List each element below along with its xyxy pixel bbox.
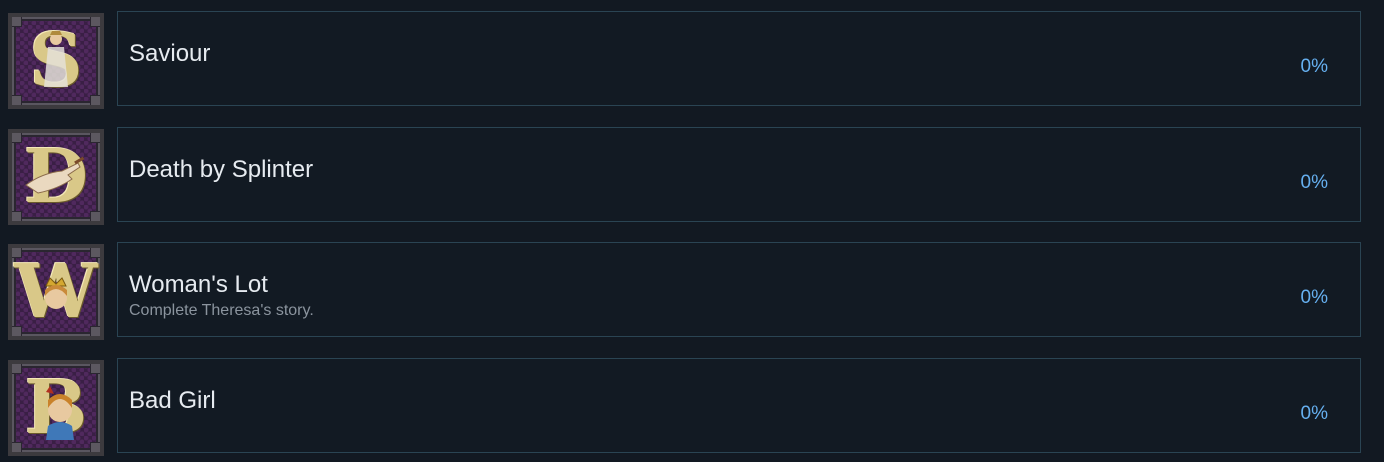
achievement-row[interactable]: W Woman's Lot Complete Theresa's story. …	[8, 242, 1361, 340]
achievement-description: Complete Theresa's story.	[129, 302, 314, 319]
unlock-percent: 0%	[1300, 287, 1328, 308]
hand-illustration	[25, 156, 85, 194]
letter-d-hand-icon: D	[8, 129, 104, 225]
achievement-card[interactable]: Saviour 0%	[117, 11, 1361, 106]
achievement-row[interactable]: B Bad Girl 0%	[8, 358, 1361, 456]
achievement-title: Saviour	[129, 40, 211, 67]
achievement-title: Bad Girl	[129, 387, 216, 414]
achievement-row[interactable]: D Death by Splinter 0%	[8, 127, 1361, 225]
achievement-row[interactable]: S Saviour 0%	[8, 11, 1361, 109]
achievement-card[interactable]: Bad Girl 0%	[117, 358, 1361, 453]
achievement-list: S Saviour 0% D Death by Splinter	[0, 0, 1384, 462]
unlock-percent: 0%	[1300, 172, 1328, 193]
woman-portrait-illustration	[46, 386, 74, 440]
letter-s-saviour-icon: S	[8, 13, 104, 109]
letter-b-woman-icon: B	[8, 360, 104, 456]
letter-w-crowned-woman-icon: W	[8, 244, 104, 340]
achievement-title: Death by Splinter	[129, 156, 314, 183]
unlock-percent: 0%	[1300, 403, 1328, 424]
achievement-title: Woman's Lot	[129, 271, 268, 298]
crowned-woman-illustration	[45, 277, 67, 309]
achievement-card[interactable]: Death by Splinter 0%	[117, 127, 1361, 222]
unlock-percent: 0%	[1300, 56, 1328, 77]
achievement-card[interactable]: Woman's Lot Complete Theresa's story. 0%	[117, 242, 1361, 337]
figure-illustration	[44, 31, 68, 87]
